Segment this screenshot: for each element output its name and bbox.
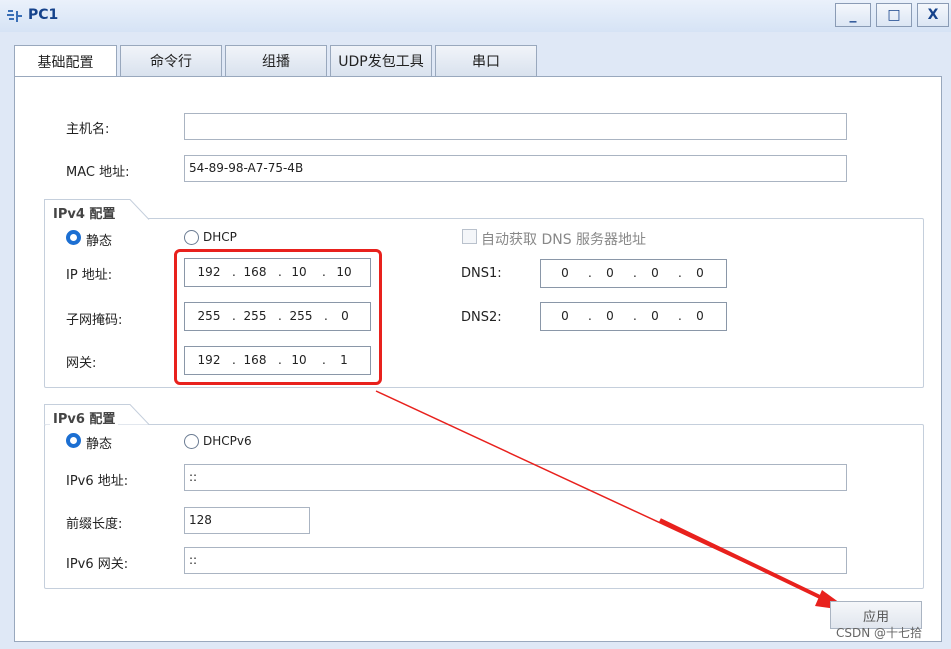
watermark: CSDN @十七拾 [836, 626, 923, 640]
annotation-arrow [375, 390, 851, 611]
